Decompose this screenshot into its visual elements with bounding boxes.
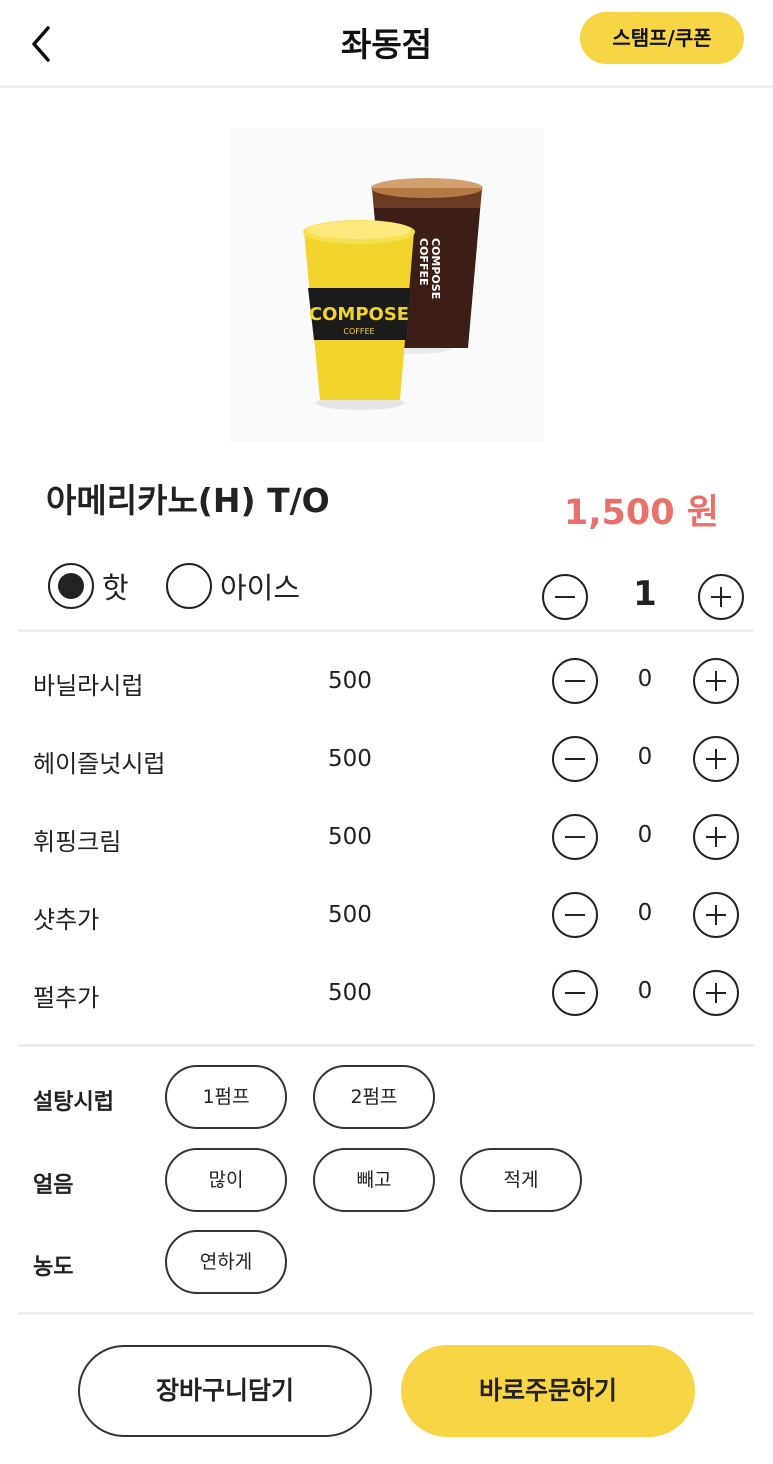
svg-text:COFFEE: COFFEE (343, 327, 374, 336)
sugar-syrup-label: 설탕시럽 (33, 1090, 114, 1115)
radio-checked-icon (48, 563, 94, 609)
extra-qty: 0 (637, 822, 653, 848)
add-to-cart-button[interactable]: 장바구니담기 (78, 1345, 372, 1437)
extra-name: 휘핑크림 (33, 828, 122, 856)
quantity-stepper: 1 (540, 572, 750, 624)
extra-name: 펄추가 (33, 984, 100, 1012)
ice-less-option[interactable]: 적게 (460, 1148, 582, 1212)
extra-minus-button[interactable] (552, 736, 598, 782)
divider (18, 1044, 754, 1047)
product-price: 1,500 원 (563, 493, 719, 533)
ice-none-option[interactable]: 빼고 (313, 1148, 435, 1212)
extra-plus-button[interactable] (693, 970, 739, 1016)
extra-minus-button[interactable] (552, 970, 598, 1016)
extra-price: 500 (328, 980, 372, 1006)
extra-minus-button[interactable] (552, 814, 598, 860)
extra-name: 샷추가 (33, 906, 100, 934)
radio-hot-label: 핫 (102, 571, 129, 605)
svg-text:COMPOSE: COMPOSE (309, 304, 409, 325)
svg-text:COFFEE: COFFEE (417, 238, 430, 285)
extra-minus-button[interactable] (552, 892, 598, 938)
sugar-1pump-option[interactable]: 1펌프 (165, 1065, 287, 1129)
extra-minus-button[interactable] (552, 658, 598, 704)
temperature-selector: 핫 아이스 (46, 558, 346, 614)
extra-plus-button[interactable] (693, 892, 739, 938)
extra-qty: 0 (637, 978, 653, 1004)
extra-plus-button[interactable] (693, 736, 739, 782)
stamp-coupon-button[interactable]: 스탬프/쿠폰 (580, 12, 744, 64)
radio-ice-label: 아이스 (220, 571, 301, 605)
extra-qty: 0 (637, 666, 653, 692)
ice-more-option[interactable]: 많이 (165, 1148, 287, 1212)
extra-price: 500 (328, 824, 372, 850)
extra-plus-button[interactable] (693, 658, 739, 704)
extra-option-row: 헤이즐넛시럽 500 0 (0, 732, 773, 792)
quantity-value: 1 (633, 574, 657, 614)
extra-name: 바닐라시럽 (33, 672, 144, 700)
divider (18, 1312, 754, 1315)
radio-ice[interactable]: 아이스 (166, 562, 300, 610)
radio-unchecked-icon (166, 563, 212, 609)
divider (18, 629, 754, 632)
extra-option-row: 휘핑크림 500 0 (0, 810, 773, 870)
extra-price: 500 (328, 746, 372, 772)
sugar-2pump-option[interactable]: 2펌프 (313, 1065, 435, 1129)
ice-label: 얼음 (33, 1173, 74, 1198)
extra-price: 500 (328, 668, 372, 694)
extra-qty: 0 (637, 744, 653, 770)
extra-price: 500 (328, 902, 372, 928)
extra-option-row: 샷추가 500 0 (0, 888, 773, 948)
extra-plus-button[interactable] (693, 814, 739, 860)
quantity-plus-button[interactable] (698, 574, 744, 620)
extra-option-row: 펄추가 500 0 (0, 966, 773, 1026)
strength-label: 농도 (33, 1255, 74, 1280)
extra-qty: 0 (637, 900, 653, 926)
quantity-minus-button[interactable] (542, 574, 588, 620)
product-name: 아메리카노(H) T/O (46, 481, 330, 520)
extra-name: 헤이즐넛시럽 (33, 750, 166, 778)
strength-mild-option[interactable]: 연하게 (165, 1230, 287, 1294)
product-image: COMPOSE COFFEE COMPOSE COFFEE (230, 128, 544, 442)
radio-hot[interactable]: 핫 (48, 562, 129, 610)
extra-option-row: 바닐라시럽 500 0 (0, 654, 773, 714)
app-header: 좌동점 스탬프/쿠폰 (0, 0, 773, 88)
order-now-button[interactable]: 바로주문하기 (401, 1345, 695, 1437)
